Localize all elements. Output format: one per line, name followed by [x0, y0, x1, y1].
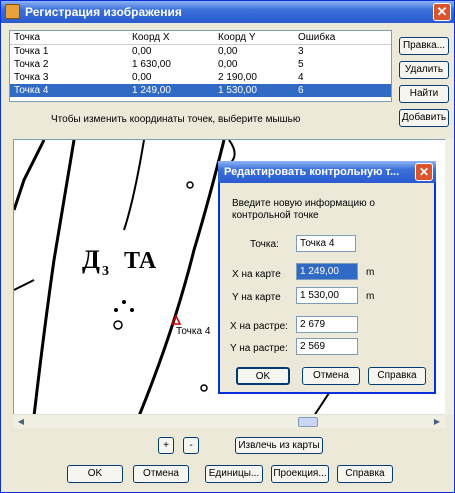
- cell-point: Точка 4: [14, 85, 49, 96]
- cell-x: 1 630,00: [132, 59, 171, 70]
- column-header-error[interactable]: Ошибка: [298, 32, 335, 43]
- x-map-unit: m: [366, 267, 375, 278]
- map-line: [123, 140, 145, 231]
- zoom-in-button[interactable]: +: [158, 437, 174, 454]
- x-map-input[interactable]: 1 249,00: [296, 263, 358, 280]
- edit-control-point-dialog: Редактировать контрольную т... ✕ Введите…: [218, 161, 436, 394]
- map-line: [14, 279, 35, 291]
- column-header-x[interactable]: Коорд X: [132, 32, 170, 43]
- x-map-label: X на карте: [232, 269, 281, 280]
- table-row[interactable]: Точка 2 1 630,00 0,00 5: [10, 58, 391, 71]
- projection-button[interactable]: Проекция...: [271, 465, 329, 483]
- cell-y: 0,00: [218, 46, 238, 57]
- table-row[interactable]: Точка 3 0,00 2 190,00 4: [10, 71, 391, 84]
- cell-point: Точка 1: [14, 46, 49, 57]
- x-raster-label: X на растре:: [230, 321, 288, 332]
- y-raster-label: Y на растре:: [230, 343, 288, 354]
- cell-error: 4: [298, 72, 304, 83]
- map-circle: [186, 181, 194, 189]
- cell-x: 0,00: [132, 46, 152, 57]
- x-raster-input[interactable]: 2 679: [296, 316, 358, 333]
- map-line: [14, 140, 46, 211]
- map-line: [32, 140, 76, 414]
- cancel-button[interactable]: Отмена: [133, 465, 189, 483]
- table-row[interactable]: Точка 1 0,00 0,00 3: [10, 45, 391, 58]
- cell-y: 1 530,00: [218, 85, 257, 96]
- control-point-label: Точка 4: [176, 326, 211, 337]
- dialog-intro: Введите новую информацию о контрольной т…: [232, 198, 375, 221]
- map-text: Д: [82, 245, 100, 274]
- point-name-input[interactable]: Точка 4: [296, 235, 356, 252]
- y-raster-input[interactable]: 2 569: [296, 338, 358, 355]
- table-header: Точка Коорд X Коорд Y Ошибка: [10, 31, 391, 45]
- dialog-title-bar[interactable]: Редактировать контрольную т... ✕: [218, 161, 436, 183]
- cell-point: Точка 3: [14, 72, 49, 83]
- control-points-table[interactable]: Точка Коорд X Коорд Y Ошибка Точка 1 0,0…: [9, 30, 392, 102]
- map-text: ТА: [124, 248, 157, 274]
- dialog-cancel-button[interactable]: Отмена: [302, 367, 360, 385]
- map-text: 3: [102, 264, 109, 279]
- y-map-input[interactable]: 1 530,00: [296, 287, 358, 304]
- cell-x: 0,00: [132, 72, 152, 83]
- cell-y: 0,00: [218, 59, 238, 70]
- cell-error: 5: [298, 59, 304, 70]
- map-dot: [122, 300, 126, 304]
- cell-point: Точка 2: [14, 59, 49, 70]
- dialog-ok-button[interactable]: OK: [236, 367, 290, 385]
- horizontal-scrollbar[interactable]: ◀ ▶: [13, 414, 445, 428]
- scroll-left-icon[interactable]: ◀: [15, 416, 27, 428]
- ok-button[interactable]: OK: [67, 465, 123, 483]
- map-line: [138, 140, 226, 414]
- scroll-right-icon[interactable]: ▶: [431, 416, 443, 428]
- table-row-selected[interactable]: Точка 4 1 249,00 1 530,00 6: [10, 84, 391, 97]
- dialog-help-button[interactable]: Справка: [368, 367, 426, 385]
- scroll-thumb[interactable]: [298, 417, 318, 427]
- title-bar[interactable]: Регистрация изображения ✕: [1, 1, 454, 23]
- cell-error: 3: [298, 46, 304, 57]
- control-point-marker[interactable]: [170, 314, 182, 325]
- vertical-scrollbar[interactable]: [445, 139, 454, 415]
- y-map-unit: m: [366, 291, 375, 302]
- point-label: Точка:: [250, 239, 279, 250]
- close-icon[interactable]: ✕: [415, 163, 433, 181]
- help-button[interactable]: Справка: [337, 465, 393, 483]
- hint-text: Чтобы изменить координаты точек, выберит…: [51, 114, 301, 125]
- extract-from-map-button[interactable]: Извлечь из карты: [235, 437, 323, 454]
- column-header-y[interactable]: Коорд Y: [218, 32, 256, 43]
- units-button[interactable]: Единицы...: [205, 465, 263, 483]
- window-title: Регистрация изображения: [25, 5, 182, 19]
- cell-error: 6: [298, 85, 304, 96]
- cell-x: 1 249,00: [132, 85, 171, 96]
- map-circle: [113, 320, 123, 330]
- registration-window: Регистрация изображения ✕ Точка Коорд X …: [0, 0, 455, 493]
- delete-button[interactable]: Удалить: [399, 61, 449, 79]
- zoom-out-button[interactable]: -: [183, 437, 199, 454]
- cell-y: 2 190,00: [218, 72, 257, 83]
- dialog-title: Редактировать контрольную т...: [224, 166, 400, 178]
- map-dot: [114, 308, 118, 312]
- map-dot: [130, 308, 134, 312]
- add-button[interactable]: Добавить: [399, 109, 449, 127]
- close-icon[interactable]: ✕: [433, 3, 451, 21]
- find-button[interactable]: Найти: [399, 85, 449, 103]
- edit-button[interactable]: Правка...: [399, 37, 449, 55]
- y-map-label: Y на карте: [232, 292, 281, 303]
- column-header-point[interactable]: Точка: [14, 32, 40, 43]
- map-circle: [200, 384, 208, 392]
- app-icon: [5, 4, 20, 19]
